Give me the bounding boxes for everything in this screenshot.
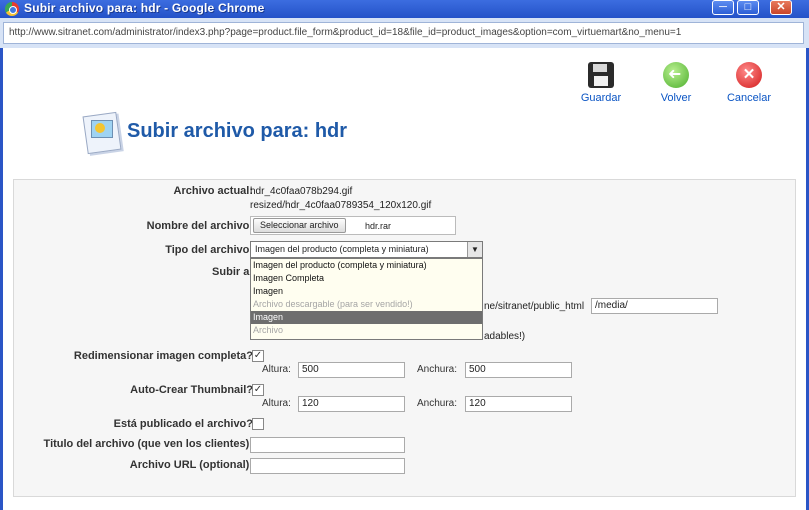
chevron-down-icon[interactable]: ▼ <box>467 242 482 257</box>
floppy-disk-icon <box>588 62 614 88</box>
resize-height-input[interactable]: 500 <box>298 362 405 378</box>
page-content: Guardar Volver ✕ Cancelar Subir archivo … <box>3 48 806 510</box>
page-title: Subir archivo para: hdr <box>127 120 348 142</box>
window-title: Subir archivo para: hdr - Google Chrome <box>24 1 265 15</box>
file-type-option[interactable]: Imagen Completa <box>251 272 482 285</box>
file-url-input[interactable] <box>250 458 405 474</box>
resize-height-label: Altura: <box>262 364 291 375</box>
file-type-dropdown: Imagen del producto (completa y miniatur… <box>250 258 483 340</box>
chosen-file-name: hdr.rar <box>365 221 392 231</box>
save-button-label: Guardar <box>580 92 622 104</box>
auto-thumb-checkbox[interactable]: ✓ <box>252 384 264 396</box>
file-type-label: Tipo del archivo: <box>165 244 253 256</box>
resize-width-label: Anchura: <box>417 364 458 375</box>
file-title-label: Titulo del archivo (que ven los clientes… <box>43 438 253 450</box>
cancel-button-label: Cancelar <box>726 92 772 104</box>
save-button[interactable]: Guardar <box>571 62 631 104</box>
window-titlebar[interactable]: Subir archivo para: hdr - Google Chrome … <box>0 0 809 18</box>
close-window-button[interactable]: ✕ <box>770 0 792 15</box>
file-url-label: Archivo URL (optional): <box>129 459 253 471</box>
url-field[interactable]: http://www.sitranet.com/administrator/in… <box>3 22 804 44</box>
current-file-label: Archivo actual: <box>173 185 253 197</box>
resize-width-input[interactable]: 500 <box>465 362 572 378</box>
file-type-option-disabled: Archivo descargable (para ser vendido!) <box>253 299 413 309</box>
upload-path-input[interactable]: /media/ <box>591 298 718 314</box>
published-label: Está publicado el archivo? <box>113 418 253 430</box>
auto-thumb-label: Auto-Crear Thumbnail? <box>130 384 253 396</box>
current-file-resized: resized/hdr_4c0faa0789354_120x120.gif <box>250 200 432 211</box>
file-type-option[interactable]: Imagen del producto (completa y miniatur… <box>251 259 482 272</box>
back-arrow-icon <box>663 62 689 88</box>
published-checkbox[interactable] <box>252 418 264 430</box>
cancel-x-icon: ✕ <box>736 62 762 88</box>
file-type-option-disabled: Archivo <box>253 325 284 335</box>
cancel-button[interactable]: ✕ Cancelar <box>719 62 779 104</box>
upload-path-prefix: ne/sitranet/public_html <box>484 301 585 312</box>
file-name-label: Nombre del archivo: <box>146 220 253 232</box>
upload-to-label: Subir a: <box>212 266 253 278</box>
choose-file-button[interactable]: Seleccionar archivo <box>253 218 346 233</box>
media-manager-icon <box>79 110 125 156</box>
thumb-height-input[interactable]: 120 <box>298 396 405 412</box>
maximize-button[interactable]: □ <box>737 0 759 15</box>
current-file-name: hdr_4c0faa078b294.gif <box>250 186 353 197</box>
file-title-input[interactable] <box>250 437 405 453</box>
file-type-selected: Imagen del producto (completa y miniatur… <box>255 244 429 254</box>
back-button-label: Volver <box>660 92 692 104</box>
upload-note-text: adables!) <box>484 331 526 342</box>
resize-full-checkbox[interactable]: ✓ <box>252 350 264 362</box>
minimize-button[interactable]: ─ <box>712 0 734 15</box>
thumb-width-label: Anchura: <box>417 398 458 409</box>
thumb-width-input[interactable]: 120 <box>465 396 572 412</box>
resize-full-label: Redimensionar imagen completa? <box>73 350 253 362</box>
file-type-select[interactable]: Imagen del producto (completa y miniatur… <box>250 241 483 258</box>
upload-form: Archivo actual: hdr_4c0faa078b294.gif re… <box>13 179 796 497</box>
file-type-option-highlighted[interactable]: Imagen <box>251 311 482 324</box>
file-type-option[interactable]: Imagen <box>251 285 482 298</box>
chrome-logo-icon <box>5 2 19 16</box>
address-bar: http://www.sitranet.com/administrator/in… <box>0 18 809 48</box>
file-chooser[interactable]: Seleccionar archivo hdr.rar <box>250 216 456 235</box>
back-button[interactable]: Volver <box>646 62 706 104</box>
thumb-height-label: Altura: <box>262 398 291 409</box>
